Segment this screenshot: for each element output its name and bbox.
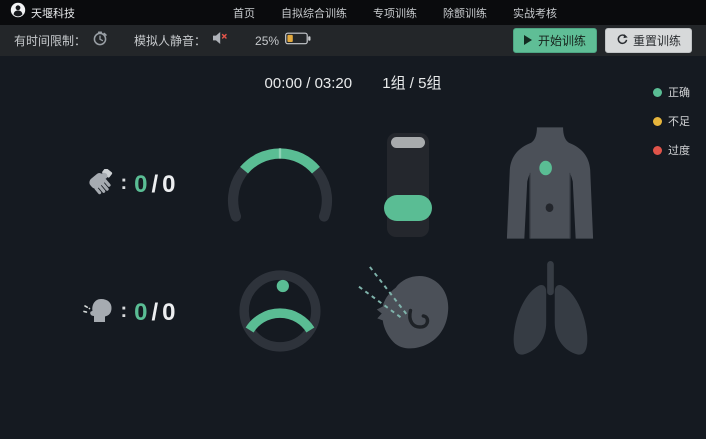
legend-item-correct: 正确 <box>653 84 690 100</box>
nav-item-special-training[interactable]: 专项训练 <box>373 5 417 21</box>
battery-status: 25% <box>255 32 311 50</box>
compression-current: 0 <box>134 171 148 199</box>
excessive-label: 过度 <box>668 142 690 158</box>
legend-item-insufficient: 不足 <box>653 113 690 129</box>
lungs-icon <box>504 261 596 366</box>
correct-dot <box>653 88 662 97</box>
top-navbar: 天堰科技 首页 自拟综合训练 专项训练 除颤训练 实战考核 <box>0 0 706 25</box>
head-tilt-airway-icon <box>356 259 460 368</box>
compression-colon: : <box>120 172 127 195</box>
session-header: 00:00 / 03:20 1组 / 5组 <box>0 72 706 93</box>
training-dashboard: 00:00 / 03:20 1组 / 5组 正确 不足 过度 <box>0 56 706 439</box>
session-groups: 1组 / 5组 <box>382 75 441 92</box>
app-screen: 天堰科技 首页 自拟综合训练 专项训练 除颤训练 实战考核 有时间限制： 模拟人… <box>0 0 706 439</box>
nav-item-custom-training[interactable]: 自拟综合训练 <box>281 5 347 21</box>
compression-rate-arc-gauge <box>219 137 341 234</box>
time-limit-status: 有时间限制： <box>14 30 108 51</box>
torso-compression-point <box>504 126 596 245</box>
brand-logo[interactable]: 天堰科技 <box>10 2 75 23</box>
status-toolbar: 有时间限制： 模拟人静音： 25% <box>0 25 706 56</box>
speaker-muted-icon[interactable] <box>212 31 229 50</box>
refresh-icon <box>616 33 628 48</box>
compression-depth-bar-gauge <box>387 133 429 237</box>
battery-25-icon <box>285 32 311 50</box>
reset-training-label: 重置训练 <box>633 32 681 49</box>
compression-count-stat: : 0 / 0 <box>83 169 176 202</box>
nav-item-home[interactable]: 首页 <box>233 5 255 21</box>
start-training-button[interactable]: 开始训练 <box>513 28 597 53</box>
ventilation-volume-ring-gauge <box>228 261 332 366</box>
compression-total: 0 <box>162 171 176 199</box>
nav-item-defib-training[interactable]: 除颤训练 <box>443 5 487 21</box>
manikin-mute-status: 模拟人静音： <box>134 31 229 50</box>
brand-name: 天堰科技 <box>31 5 75 21</box>
gauge-grid: : 0 / 0 <box>50 121 706 377</box>
battery-percent: 25% <box>255 34 279 48</box>
depth-indicator-cap <box>391 137 425 148</box>
ventilation-count-stat: : 0 / 0 <box>83 297 176 329</box>
ventilation-colon: : <box>120 300 127 323</box>
ventilation-separator: / <box>152 299 160 327</box>
time-limit-label: 有时间限制： <box>14 32 86 49</box>
play-icon <box>524 34 533 48</box>
nav-item-exam[interactable]: 实战考核 <box>513 5 557 21</box>
reset-training-button[interactable]: 重置训练 <box>605 28 692 53</box>
toolbar-actions: 开始训练 重置训练 <box>513 28 692 53</box>
insufficient-dot <box>653 117 662 126</box>
legend-item-excessive: 过度 <box>653 142 690 158</box>
nav-menu: 首页 自拟综合训练 专项训练 除颤训练 实战考核 <box>233 5 557 21</box>
logo-icon <box>10 2 26 23</box>
breathing-face-icon <box>83 297 113 329</box>
result-legend: 正确 不足 过度 <box>653 84 690 158</box>
ventilation-total: 0 <box>162 299 176 327</box>
session-timer: 00:00 / 03:20 <box>265 75 353 92</box>
clock-icon <box>92 30 108 51</box>
gloved-hand-icon <box>83 169 113 202</box>
compression-separator: / <box>152 171 160 199</box>
ventilation-current: 0 <box>134 299 148 327</box>
mute-label: 模拟人静音： <box>134 32 206 49</box>
insufficient-label: 不足 <box>668 113 690 129</box>
start-training-label: 开始训练 <box>538 32 586 49</box>
depth-target-zone <box>384 195 432 221</box>
correct-label: 正确 <box>668 84 690 100</box>
excessive-dot <box>653 146 662 155</box>
